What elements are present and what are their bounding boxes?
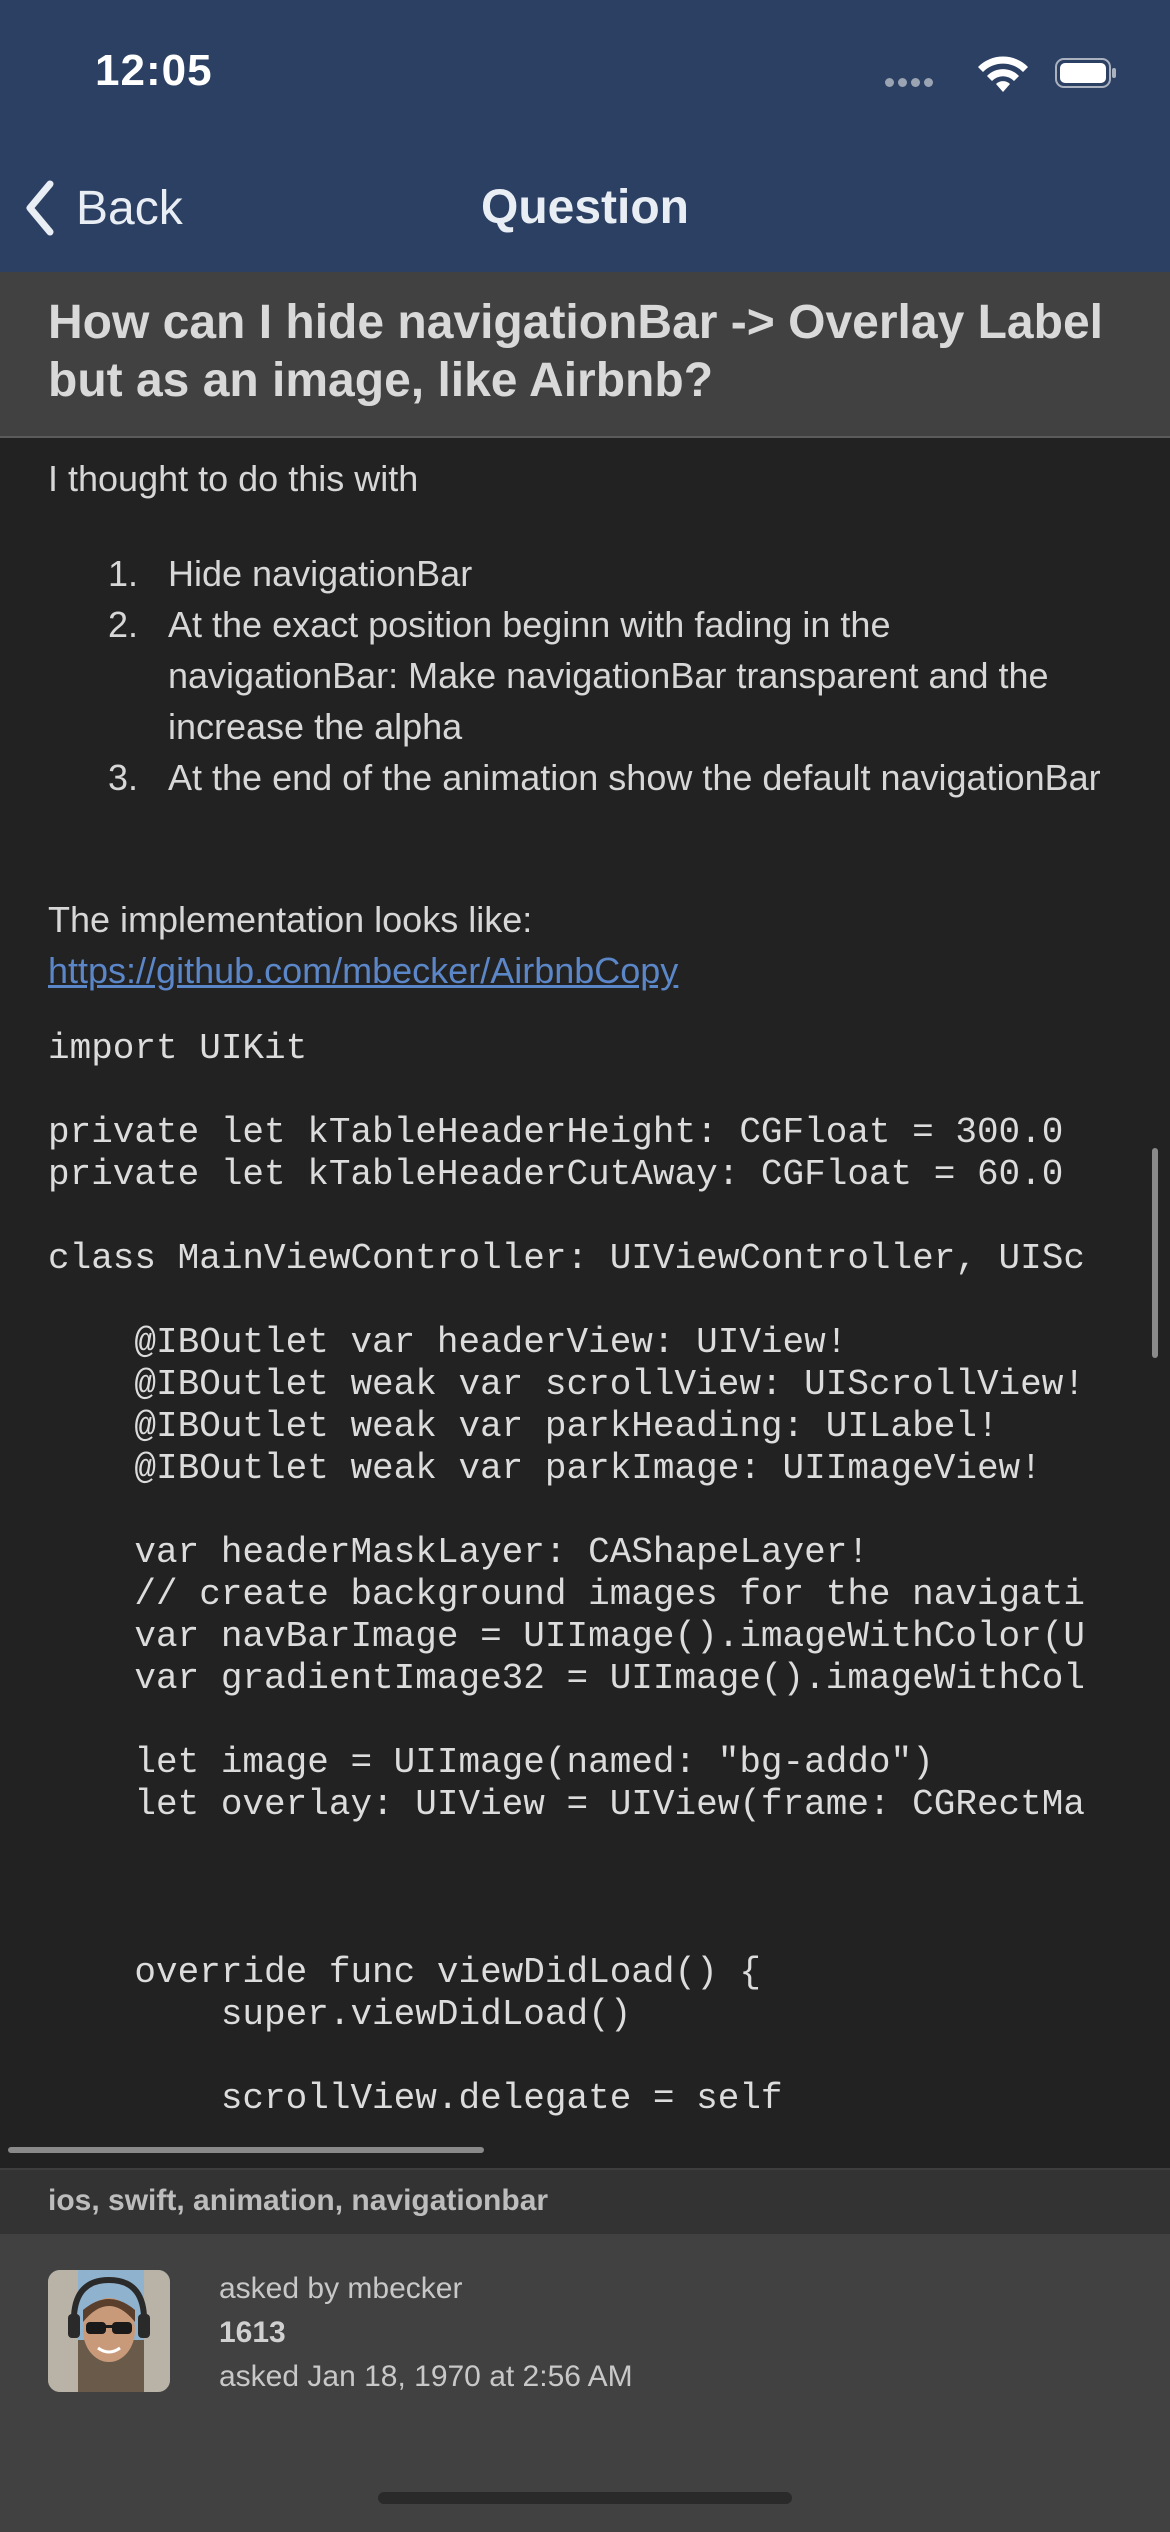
code-line: class MainViewController: UIViewControll… bbox=[48, 1238, 1085, 1279]
list-item: 3. At the end of the animation show the d… bbox=[108, 752, 1108, 803]
reputation-score: 1613 bbox=[219, 2316, 286, 2349]
signal-icon bbox=[885, 78, 945, 88]
list-item-text: At the end of the animation show the def… bbox=[168, 757, 1101, 798]
code-line: var gradientImage32 = UIImage().imageWit… bbox=[48, 1658, 1085, 1699]
battery-icon bbox=[1055, 58, 1116, 88]
question-body[interactable]: I thought to do this with 1. Hide navigat… bbox=[0, 438, 1170, 2168]
list-item-text: Hide navigationBar bbox=[168, 553, 473, 594]
question-intro: I thought to do this with bbox=[48, 458, 419, 499]
status-time: 12:05 bbox=[95, 46, 213, 95]
code-line: @IBOutlet weak var parkHeading: UILabel! bbox=[48, 1406, 999, 1447]
owner-footer: asked by mbecker 1613 asked Jan 18, 1970… bbox=[0, 2234, 1170, 2532]
avatar[interactable] bbox=[48, 2270, 170, 2392]
list-item-number: 2. bbox=[108, 604, 139, 645]
asked-date: asked Jan 18, 1970 at 2:56 AM bbox=[219, 2360, 633, 2393]
list-item-text: At the exact position beginn with fading… bbox=[168, 604, 1049, 747]
code-line: let overlay: UIView = UIView(frame: CGRe… bbox=[48, 1784, 1085, 1825]
code-line: override func viewDidLoad() { bbox=[48, 1952, 761, 1993]
implementation-paragraph: The implementation looks like: https://g… bbox=[48, 894, 678, 996]
github-link[interactable]: https://github.com/mbecker/AirbnbCopy bbox=[48, 945, 678, 996]
home-indicator bbox=[378, 2492, 792, 2504]
vertical-scrollbar[interactable] bbox=[1152, 1148, 1158, 1358]
code-line: @IBOutlet weak var parkImage: UIImageVie… bbox=[48, 1448, 1042, 1489]
code-line: private let kTableHeaderHeight: CGFloat … bbox=[48, 1112, 1064, 1153]
tags-list: ios, swift, animation, navigationbar bbox=[48, 2184, 549, 2217]
status-icons bbox=[885, 52, 1116, 92]
question-title: How can I hide navigationBar -> Overlay … bbox=[48, 296, 1103, 407]
implementation-text: The implementation looks like: bbox=[48, 899, 533, 940]
code-line: var headerMaskLayer: CAShapeLayer! bbox=[48, 1532, 869, 1573]
navigation-header: 12:05 Back Question bbox=[0, 0, 1170, 272]
question-title-band: How can I hide navigationBar -> Overlay … bbox=[0, 272, 1170, 438]
code-line: import UIKit bbox=[48, 1028, 308, 1069]
code-line: let image = UIImage(named: "bg-addo") bbox=[48, 1742, 934, 1783]
code-line: // create background images for the navi… bbox=[48, 1574, 1085, 1615]
list-item: 1. Hide navigationBar bbox=[108, 548, 1108, 599]
code-line: private let kTableHeaderCutAway: CGFloat… bbox=[48, 1154, 1064, 1195]
horizontal-scrollbar[interactable] bbox=[8, 2147, 484, 2153]
code-block[interactable]: import UIKit private let kTableHeaderHeig… bbox=[48, 1028, 1170, 2133]
list-item: 2. At the exact position beginn with fadi… bbox=[108, 599, 1108, 752]
asked-by: asked by mbecker bbox=[219, 2272, 463, 2305]
list-item-number: 1. bbox=[108, 553, 139, 594]
avatar-photo bbox=[48, 2270, 170, 2392]
list-item-number: 3. bbox=[108, 757, 139, 798]
steps-list: 1. Hide navigationBar 2. At the exact posi… bbox=[108, 548, 1108, 803]
code-line: @IBOutlet var headerView: UIView! bbox=[48, 1322, 848, 1363]
code-line: super.viewDidLoad() bbox=[48, 1994, 632, 2035]
code-line: var navBarImage = UIImage().imageWithCol… bbox=[48, 1616, 1085, 1657]
code-line: scrollView.delegate = self bbox=[48, 2078, 783, 2119]
code-line: @IBOutlet weak var scrollView: UIScrollV… bbox=[48, 1364, 1085, 1405]
tags-band: ios, swift, animation, navigationbar bbox=[0, 2168, 1170, 2234]
nav-title: Question bbox=[480, 181, 689, 234]
wifi-icon bbox=[978, 56, 1028, 92]
